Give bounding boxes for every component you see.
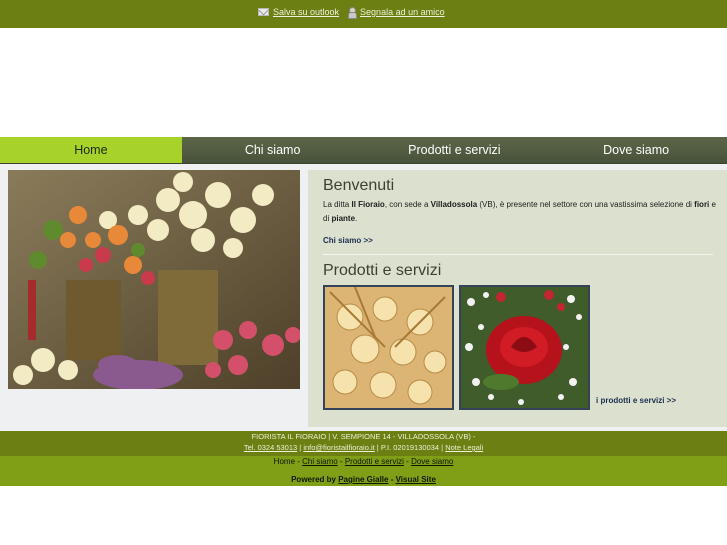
tell-friend-link[interactable]: Segnala ad un amico <box>347 7 445 19</box>
hero-flowers-image <box>8 170 300 389</box>
nav-item-home[interactable]: Home <box>0 137 182 164</box>
footer-tel-link[interactable]: Tel. 0324 53013 <box>244 443 297 452</box>
save-outlook-link[interactable]: Salva su outlook <box>258 7 339 17</box>
footer-info: FIORISTA IL FIORAIO | V. SEMPIONE 14 - V… <box>0 431 727 456</box>
footer-nav-dove-siamo[interactable]: Dove siamo <box>411 457 453 466</box>
footer-nav: Home - Chi siamo - Prodotti e servizi - … <box>0 456 727 486</box>
top-links: Salva su outlook Segnala ad un amico <box>258 7 445 19</box>
footer-nav-chi-siamo[interactable]: Chi siamo <box>302 457 338 466</box>
products-link[interactable]: i prodotti e servizi >> <box>596 396 676 405</box>
footer-nav-home[interactable]: Home <box>274 457 295 466</box>
person-icon <box>347 7 358 19</box>
footer-nav-links: Home - Chi siamo - Prodotti e servizi - … <box>273 457 454 466</box>
footer-legal-link[interactable]: Note Legali <box>445 443 483 452</box>
nav-item-prodotti[interactable]: Prodotti e servizi <box>363 137 546 164</box>
top-bar: Salva su outlook Segnala ad un amico <box>0 0 727 28</box>
right-panel: Benvenuti La ditta Il Fioraio, con sede … <box>308 170 727 427</box>
products-title: Prodotti e servizi <box>323 262 442 279</box>
chi-siamo-link[interactable]: Chi siamo >> <box>323 236 373 245</box>
nav-item-chi-siamo[interactable]: Chi siamo <box>181 137 364 164</box>
footer-contacts: Tel. 0324 53013 | info@fioristailfioraio… <box>243 443 484 452</box>
footer-address: FIORISTA IL FIORAIO | V. SEMPIONE 14 - V… <box>251 432 476 441</box>
powered-by: Powered by Pagine Gialle - Visual Site <box>291 475 436 484</box>
tell-friend-label: Segnala ad un amico <box>360 7 445 17</box>
product-image-red-rose[interactable] <box>459 285 590 410</box>
pagine-gialle-link[interactable]: Pagine Gialle <box>338 475 388 484</box>
main-nav: Home Chi siamo Prodotti e servizi Dove s… <box>0 137 727 164</box>
divider <box>323 254 713 255</box>
visual-site-link[interactable]: Visual Site <box>396 475 436 484</box>
nav-item-dove-siamo[interactable]: Dove siamo <box>545 137 727 164</box>
product-image-paper-flowers[interactable] <box>323 285 454 410</box>
content-area: Benvenuti La ditta Il Fioraio, con sede … <box>0 164 727 431</box>
save-outlook-label: Salva su outlook <box>273 7 340 17</box>
welcome-title: Benvenuti <box>323 177 395 194</box>
welcome-text: La ditta Il Fioraio, con sede a Villados… <box>323 200 716 223</box>
envelope-icon <box>258 8 269 16</box>
footer-nav-prodotti[interactable]: Prodotti e servizi <box>345 457 404 466</box>
footer-email-link[interactable]: info@fioristailfioraio.it <box>303 443 374 452</box>
